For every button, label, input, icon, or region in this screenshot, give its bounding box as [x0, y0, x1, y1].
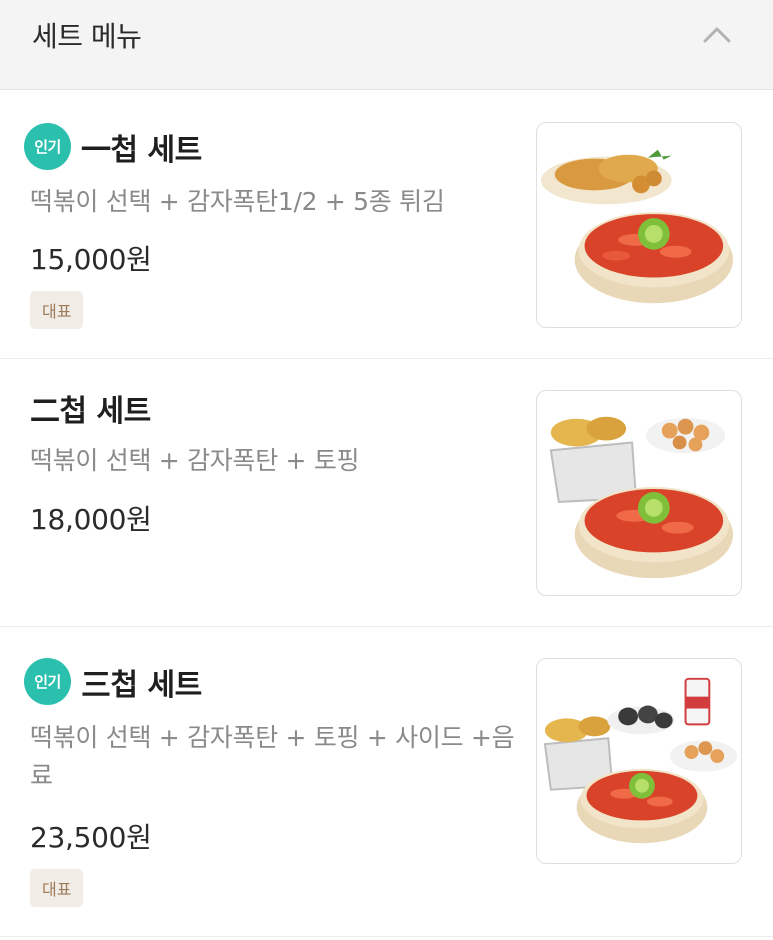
set-food-image	[543, 677, 738, 844]
menu-item-image[interactable]	[536, 658, 742, 864]
set-food-image	[540, 149, 734, 304]
set-food-image	[549, 416, 734, 579]
menu-item-price: 15,000원	[30, 243, 152, 276]
menu-item[interactable]: 二첩 세트 떡볶이 선택 + 감자폭탄 + 토핑 18,000원	[0, 359, 773, 627]
section-title: 세트 메뉴	[32, 20, 142, 53]
menu-item-price: 23,500원	[30, 821, 152, 854]
menu-item-title-row: 二첩 세트	[24, 386, 151, 430]
signature-tag: 대표	[30, 291, 84, 329]
menu-item[interactable]: 인기 三첩 세트 떡볶이 선택 + 감자폭탄 + 토핑 + 사이드 +음료 23…	[0, 627, 773, 937]
chevron-up-icon[interactable]	[702, 24, 732, 44]
menu-item-name: 一첩 세트	[81, 132, 202, 168]
menu-item-description: 떡볶이 선택 + 감자폭탄 + 토핑	[30, 446, 360, 475]
signature-tag: 대표	[30, 869, 84, 907]
menu-item-title-row: 인기 三첩 세트	[24, 658, 202, 705]
section-header[interactable]: 세트 메뉴	[0, 0, 773, 90]
divider	[0, 936, 773, 937]
menu-item-title-row: 인기 一첩 세트	[24, 123, 202, 170]
menu-item-description: 떡볶이 선택 + 감자폭탄 + 토핑 + 사이드 +음료	[30, 723, 515, 790]
menu-item-description: 떡볶이 선택 + 감자폭탄1/2 + 5종 튀김	[30, 187, 445, 216]
menu-item-price: 18,000원	[30, 503, 152, 536]
menu-item-name: 二첩 세트	[30, 394, 151, 429]
menu-item[interactable]: 인기 一첩 세트 떡볶이 선택 + 감자폭탄1/2 + 5종 튀김 15,000…	[0, 91, 773, 359]
menu-item-image[interactable]	[536, 390, 742, 596]
menu-item-image[interactable]	[536, 122, 742, 328]
popular-badge: 인기	[24, 658, 71, 705]
popular-badge: 인기	[24, 123, 71, 170]
menu-item-name: 三첩 세트	[81, 667, 202, 703]
